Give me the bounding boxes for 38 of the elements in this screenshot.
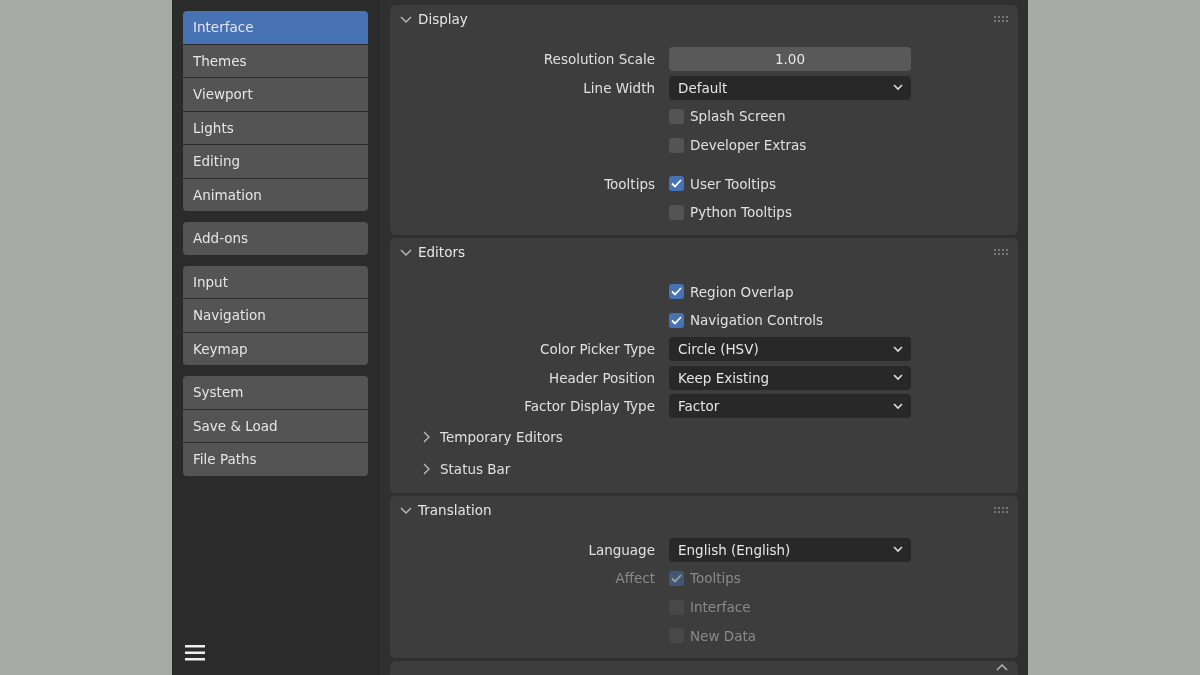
sidebar-tab[interactable]: Lights (183, 111, 368, 144)
sidebar-tab[interactable]: Add-ons (183, 222, 368, 255)
dropdown[interactable]: Keep Existing (669, 365, 911, 390)
panel-title[interactable]: Translation (418, 501, 988, 518)
field-label: Line Width (583, 79, 655, 96)
checkbox-label[interactable]: Python Tooltips (690, 204, 792, 221)
field-label: Language (588, 541, 655, 558)
sidebar-tab[interactable]: Input (183, 265, 368, 298)
field-label: Color Picker Type (539, 341, 655, 358)
subpanel-title[interactable]: Temporary Editors (440, 428, 563, 445)
checkbox-label[interactable]: Region Overlap (690, 283, 794, 300)
field-label: Affect (615, 570, 655, 587)
field-label: Tooltips (604, 175, 655, 192)
sidebar-tab[interactable]: Themes (183, 44, 368, 77)
sidebar-tab[interactable]: Viewport (183, 78, 368, 111)
checkbox-label[interactable]: Navigation Controls (690, 312, 823, 329)
sidebar-tab[interactable]: File Paths (183, 443, 368, 476)
dropdown[interactable]: Default (669, 75, 911, 100)
checkbox-label[interactable]: User Tooltips (690, 175, 776, 192)
sidebar-tab[interactable]: Interface (183, 11, 368, 44)
sidebar-tab[interactable]: Navigation (183, 299, 368, 332)
panel-title[interactable]: Display (418, 11, 988, 27)
sidebar-tab[interactable]: Editing (183, 145, 368, 178)
sidebar-tab[interactable]: Keymap (183, 332, 368, 365)
checkbox-label[interactable]: Developer Extras (690, 137, 807, 154)
dropdown[interactable]: Factor (669, 394, 911, 419)
dropdown[interactable]: English (English) (669, 537, 911, 562)
number-field[interactable]: 1.00 (669, 47, 911, 72)
dropdown[interactable]: Circle (HSV) (669, 337, 911, 362)
field-label: Resolution Scale (543, 51, 655, 68)
field-label: Factor Display Type (524, 398, 655, 415)
sidebar-tab[interactable]: Save & Load (183, 409, 368, 442)
checkbox-label[interactable]: Splash Screen (690, 108, 786, 125)
subpanel-title[interactable]: Status Bar (440, 460, 511, 477)
sidebar-tab[interactable]: System (183, 376, 368, 409)
field-label: Header Position (549, 369, 655, 386)
sidebar-tab[interactable]: Animation (183, 178, 368, 211)
panel-title[interactable]: Editors (418, 243, 988, 260)
